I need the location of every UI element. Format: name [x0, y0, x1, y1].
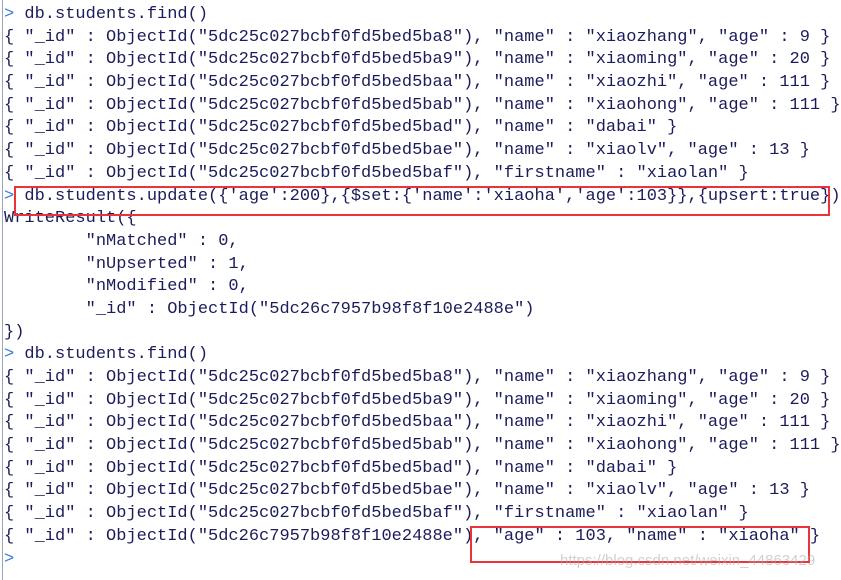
- line-text: db.students.find(): [24, 345, 209, 365]
- output-line: { "_id" : ObjectId("5dc25c027bcbf0fd5bed…: [0, 390, 841, 413]
- output-line: "nModified" : 0,: [0, 276, 841, 299]
- line-text: { "_id" : ObjectId("5dc25c027bcbf0fd5bed…: [4, 390, 831, 410]
- line-text: { "_id" : ObjectId("5dc26c7957b98f8f10e2…: [4, 526, 821, 546]
- line-text: WriteResult({: [4, 209, 137, 229]
- line-text: { "_id" : ObjectId("5dc25c027bcbf0fd5bed…: [4, 27, 831, 47]
- output-line: { "_id" : ObjectId("5dc25c027bcbf0fd5bed…: [0, 49, 841, 72]
- line-text: }): [4, 322, 25, 342]
- line-text: { "_id" : ObjectId("5dc25c027bcbf0fd5bed…: [4, 436, 841, 456]
- output-line: { "_id" : ObjectId("5dc25c027bcbf0fd5bed…: [0, 458, 841, 481]
- line-text: { "_id" : ObjectId("5dc25c027bcbf0fd5bed…: [4, 504, 749, 524]
- line-text: "nModified" : 0,: [4, 277, 249, 297]
- line-text: "nUpserted" : 1,: [4, 254, 249, 274]
- line-text: "_id" : ObjectId("5dc26c7957b98f8f10e248…: [4, 299, 535, 319]
- output-line: { "_id" : ObjectId("5dc25c027bcbf0fd5bed…: [0, 27, 841, 50]
- watermark: https://blog.csdn.net/weixin_44863429: [560, 552, 816, 569]
- output-line: }): [0, 322, 841, 345]
- command-line: > db.students.find(): [0, 344, 841, 367]
- output-line: "_id" : ObjectId("5dc26c7957b98f8f10e248…: [0, 299, 841, 322]
- line-text: { "_id" : ObjectId("5dc25c027bcbf0fd5bed…: [4, 163, 749, 183]
- line-text: { "_id" : ObjectId("5dc25c027bcbf0fd5bed…: [4, 368, 831, 387]
- output-line: { "_id" : ObjectId("5dc25c027bcbf0fd5bed…: [0, 95, 841, 118]
- line-text: { "_id" : ObjectId("5dc25c027bcbf0fd5bed…: [4, 118, 678, 138]
- prompt-chevron-icon: >: [4, 345, 15, 365]
- output-line: { "_id" : ObjectId("5dc25c027bcbf0fd5bed…: [0, 412, 841, 435]
- line-text: { "_id" : ObjectId("5dc25c027bcbf0fd5bed…: [4, 413, 831, 433]
- output-line: "nUpserted" : 1,: [0, 254, 841, 277]
- line-text: { "_id" : ObjectId("5dc25c027bcbf0fd5bed…: [4, 73, 831, 93]
- output-line: { "_id" : ObjectId("5dc25c027bcbf0fd5bed…: [0, 503, 841, 526]
- line-text: { "_id" : ObjectId("5dc25c027bcbf0fd5bed…: [4, 481, 810, 501]
- output-line: { "_id" : ObjectId("5dc25c027bcbf0fd5bed…: [0, 140, 841, 163]
- command-line: > db.students.update({'age':200},{$set:{…: [0, 186, 841, 209]
- prompt-chevron-icon: >: [4, 549, 15, 569]
- line-text: { "_id" : ObjectId("5dc25c027bcbf0fd5bed…: [4, 50, 831, 70]
- output-line: "nMatched" : 0,: [0, 231, 841, 254]
- output-line: { "_id" : ObjectId("5dc25c027bcbf0fd5bed…: [0, 435, 841, 458]
- prompt-chevron-icon: >: [4, 5, 15, 24]
- line-text: { "_id" : ObjectId("5dc25c027bcbf0fd5bed…: [4, 458, 678, 478]
- output-line: WriteResult({: [0, 208, 841, 231]
- prompt-chevron-icon: >: [4, 186, 15, 206]
- output-line: { "_id" : ObjectId("5dc25c027bcbf0fd5bed…: [0, 367, 841, 390]
- line-text: "nMatched" : 0,: [4, 231, 239, 251]
- mongo-shell-output[interactable]: > db.students.find(){ "_id" : ObjectId("…: [0, 4, 841, 571]
- line-text: db.students.update({'age':200},{$set:{'n…: [24, 186, 841, 206]
- output-line: { "_id" : ObjectId("5dc26c7957b98f8f10e2…: [0, 526, 841, 549]
- line-text: db.students.find(): [24, 5, 209, 24]
- output-line: { "_id" : ObjectId("5dc25c027bcbf0fd5bed…: [0, 163, 841, 186]
- output-line: { "_id" : ObjectId("5dc25c027bcbf0fd5bed…: [0, 480, 841, 503]
- line-text: { "_id" : ObjectId("5dc25c027bcbf0fd5bed…: [4, 95, 841, 115]
- command-line: > db.students.find(): [0, 4, 841, 27]
- line-text: { "_id" : ObjectId("5dc25c027bcbf0fd5bed…: [4, 141, 810, 161]
- output-line: { "_id" : ObjectId("5dc25c027bcbf0fd5bed…: [0, 72, 841, 95]
- output-line: { "_id" : ObjectId("5dc25c027bcbf0fd5bed…: [0, 117, 841, 140]
